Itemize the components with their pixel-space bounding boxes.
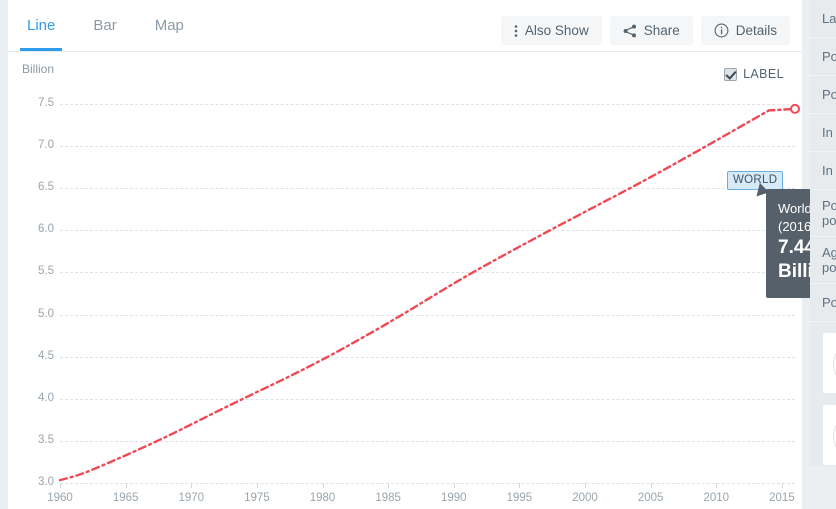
- series-label-badge[interactable]: WORLD: [727, 171, 784, 190]
- sidebar-item[interactable]: In: [810, 114, 836, 152]
- sidebar-item-label: Po: [822, 49, 836, 64]
- sidebar-item[interactable]: Ag po: [810, 237, 836, 284]
- sidebar-item-label: Po: [822, 87, 836, 102]
- share-icon: [623, 24, 637, 38]
- also-show-button[interactable]: Also Show: [500, 16, 602, 45]
- share-label: Share: [643, 23, 680, 38]
- chart-plot-area: 3.0 3.5 4.0 4.5 5.0 5.5 6.0 6.5 7.0 7.5 1960 1965 1…: [8, 52, 836, 509]
- vertical-dots-icon: [514, 24, 518, 38]
- tab-bar: Line Bar Map Also Show Share Details: [8, 0, 802, 52]
- page-root: Line Bar Map Also Show Share Details Bil…: [0, 0, 836, 509]
- sidebar-item-label: po: [822, 260, 836, 275]
- sidebar-item[interactable]: Po: [810, 76, 836, 114]
- series-end-marker[interactable]: [790, 103, 800, 114]
- sidebar-thumbnail-card[interactable]: [822, 404, 836, 466]
- info-circle-icon: [714, 23, 729, 38]
- sidebar-item[interactable]: Po: [810, 38, 836, 76]
- sidebar-item[interactable]: Po po: [810, 190, 836, 237]
- sidebar-indicator-list: La Po Po In In Po po Ag po Po: [810, 0, 836, 466]
- series-line-world: [58, 103, 800, 482]
- also-show-label: Also Show: [524, 23, 589, 38]
- sidebar-item[interactable]: In: [810, 152, 836, 190]
- tab-bar-chart[interactable]: Bar: [74, 0, 135, 51]
- details-label: Details: [735, 23, 777, 38]
- sidebar-item[interactable]: Po: [810, 284, 836, 322]
- sidebar-item-label: Po: [822, 295, 836, 310]
- chart-card: Line Bar Map Also Show Share Details Bil…: [8, 0, 836, 509]
- sidebar-item-label: Po: [822, 198, 836, 213]
- sidebar-item-label: In: [822, 163, 833, 178]
- share-button[interactable]: Share: [609, 16, 693, 45]
- sidebar-item-label: La: [822, 11, 836, 26]
- sidebar-item-label: In: [822, 125, 833, 140]
- sidebar-item-label: po: [822, 213, 836, 228]
- tab-line[interactable]: Line: [8, 0, 74, 51]
- tab-map[interactable]: Map: [136, 0, 203, 51]
- sidebar-item-label: Ag: [822, 245, 836, 260]
- right-sidebar: La Po Po In In Po po Ag po Po: [810, 0, 836, 509]
- chart-type-tabs: Line Bar Map: [8, 0, 203, 51]
- details-button[interactable]: Details: [700, 16, 790, 45]
- sidebar-thumbnail-card[interactable]: [822, 332, 836, 394]
- sidebar-item[interactable]: La: [810, 0, 836, 38]
- toolbar-buttons: Also Show Share Details: [500, 16, 790, 45]
